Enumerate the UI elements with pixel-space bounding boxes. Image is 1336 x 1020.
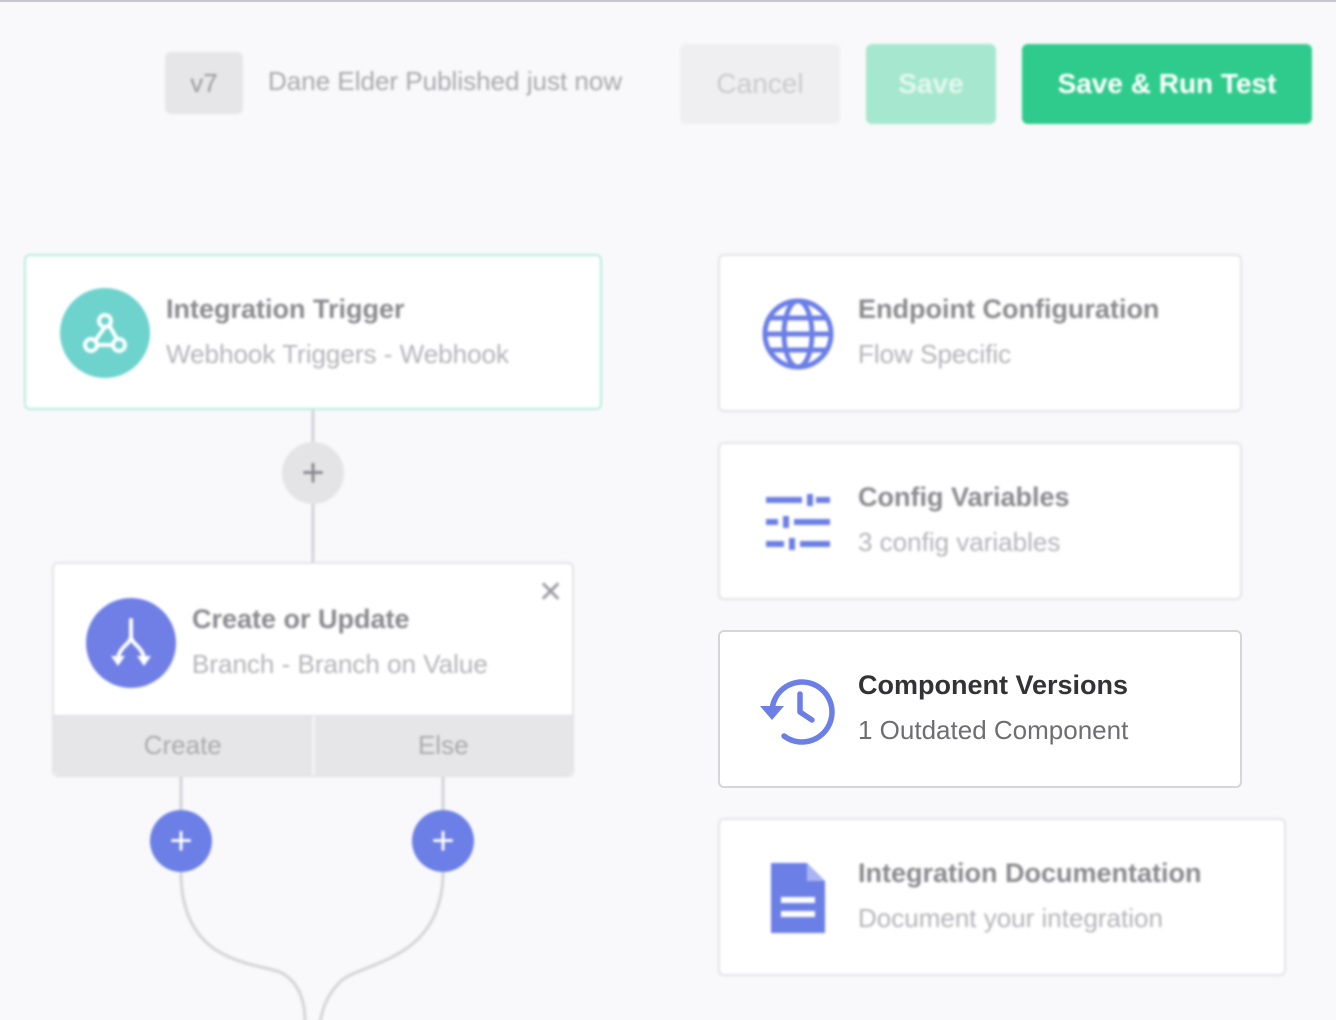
endpoint-configuration-text: Endpoint Configuration Flow Specific xyxy=(858,294,1159,370)
integration-documentation-title: Integration Documentation xyxy=(858,858,1202,888)
config-variables-text: Config Variables 3 config variables xyxy=(858,482,1070,558)
integration-documentation-text: Integration Documentation Document your … xyxy=(858,858,1202,934)
sliders-icon xyxy=(758,482,838,562)
plus-icon: + xyxy=(301,451,325,495)
component-versions-subtitle: 1 Outdated Component xyxy=(858,715,1129,745)
webhook-icon xyxy=(60,288,150,378)
component-versions-text: Component Versions 1 Outdated Component xyxy=(858,670,1128,746)
plus-icon: + xyxy=(431,819,455,863)
else-merge-line xyxy=(318,871,445,1020)
component-versions-title: Component Versions xyxy=(858,670,1129,700)
add-step-create-button[interactable]: + xyxy=(150,810,212,872)
add-step-button[interactable]: + xyxy=(282,442,344,504)
endpoint-configuration-subtitle: Flow Specific xyxy=(858,339,1012,369)
plus-icon: + xyxy=(169,819,193,863)
globe-icon xyxy=(758,294,838,374)
branch-tab-create[interactable]: Create xyxy=(54,716,312,775)
create-merge-line xyxy=(179,871,307,1020)
save-and-run-test-button[interactable]: Save & Run Test xyxy=(1022,44,1312,124)
config-variables-subtitle: 3 config variables xyxy=(858,527,1061,557)
save-button[interactable]: Save xyxy=(866,44,996,124)
branch-title: Create or Update xyxy=(192,604,410,634)
trigger-title: Integration Trigger xyxy=(166,294,405,324)
close-icon[interactable]: ✕ xyxy=(538,578,563,608)
history-icon xyxy=(758,670,838,750)
branch-subtitle: Branch - Branch on Value xyxy=(192,649,488,679)
config-variables-card[interactable]: Config Variables 3 config variables xyxy=(718,442,1242,600)
branch-tab-else[interactable]: Else xyxy=(311,716,573,775)
integration-trigger-card[interactable]: Integration Trigger Webhook Triggers - W… xyxy=(24,254,602,410)
cancel-button[interactable]: Cancel xyxy=(680,44,840,124)
config-variables-title: Config Variables xyxy=(858,482,1070,512)
branch-text: Create or Update Branch - Branch on Valu… xyxy=(192,604,488,680)
add-step-else-button[interactable]: + xyxy=(412,810,474,872)
trigger-text: Integration Trigger Webhook Triggers - W… xyxy=(166,294,509,370)
flow-connectors xyxy=(179,410,445,1020)
endpoint-configuration-title: Endpoint Configuration xyxy=(858,294,1160,324)
branch-icon xyxy=(86,598,176,688)
trigger-subtitle: Webhook Triggers - Webhook xyxy=(166,339,509,369)
branch-tabs: Create Else xyxy=(54,715,572,775)
create-or-update-step-card[interactable]: Create or Update Branch - Branch on Valu… xyxy=(52,562,574,777)
document-icon xyxy=(758,858,838,938)
integration-documentation-subtitle: Document your integration xyxy=(858,903,1163,933)
endpoint-configuration-card[interactable]: Endpoint Configuration Flow Specific xyxy=(718,254,1242,412)
integration-documentation-card[interactable]: Integration Documentation Document your … xyxy=(718,818,1286,976)
component-versions-card[interactable]: Component Versions 1 Outdated Component xyxy=(718,630,1242,788)
